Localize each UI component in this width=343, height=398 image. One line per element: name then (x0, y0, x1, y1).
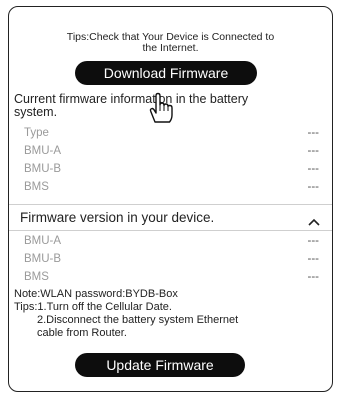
device-row-bmu-b: BMU-B --- (24, 253, 319, 269)
row-value: --- (307, 235, 320, 247)
battery-row-bmu-a: BMU-A --- (24, 145, 319, 161)
battery-row-bms: BMS --- (24, 181, 319, 197)
row-value: --- (307, 181, 320, 193)
battery-row-bmu-b: BMU-B --- (24, 163, 319, 179)
tips-line-2: the Internet. (142, 42, 199, 54)
hand-pointer-icon (145, 91, 175, 130)
row-value: --- (307, 253, 320, 265)
row-label: BMS (24, 271, 49, 283)
update-firmware-button[interactable]: Update Firmware (75, 353, 245, 377)
row-label: BMU-A (24, 235, 62, 247)
device-firmware-section-header[interactable]: Firmware version in your device. (9, 204, 332, 231)
row-value: --- (307, 145, 320, 157)
chevron-up-icon[interactable] (308, 213, 320, 231)
wlan-password-note: Note:WLAN password:BYDB-Box (14, 288, 178, 300)
row-label: Type (24, 127, 49, 139)
row-label: BMS (24, 181, 49, 193)
row-value: --- (307, 271, 320, 283)
row-value: --- (307, 163, 320, 175)
tip-cellular: Tips:1.Turn off the Cellular Date. (14, 301, 172, 313)
tips-connectivity: Tips:Check that Your Device is Connected… (9, 32, 332, 54)
download-firmware-button[interactable]: Download Firmware (75, 61, 257, 85)
device-firmware-title: Firmware version in your device. (20, 210, 215, 225)
device-row-bmu-a: BMU-A --- (24, 235, 319, 251)
tip-ethernet-line-1: 2.Disconnect the battery system Ethernet (37, 314, 239, 326)
device-row-bms: BMS --- (24, 271, 319, 287)
row-label: BMU-B (24, 163, 62, 175)
row-value: --- (307, 127, 320, 139)
firmware-panel: Tips:Check that Your Device is Connected… (8, 6, 333, 392)
row-label: BMU-B (24, 253, 62, 265)
row-label: BMU-A (24, 145, 62, 157)
tip-ethernet-line-2: cable from Router. (37, 327, 127, 339)
